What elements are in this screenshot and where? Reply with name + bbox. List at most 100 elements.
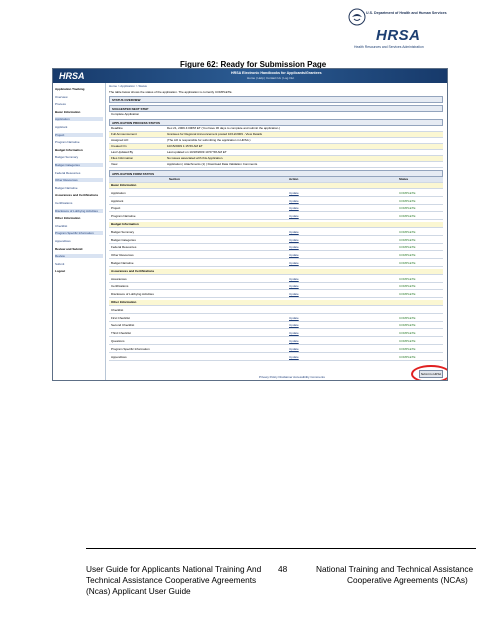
update-link[interactable]: Update: [289, 331, 299, 335]
footer-left-line1: User Guide for Applicants National Train…: [86, 564, 262, 574]
status-badge: COMPLETE: [399, 245, 416, 250]
process-value: 10/15/2009 1:15:56 AM ET: [167, 144, 203, 148]
breadcrumb[interactable]: Home > Application > Status: [109, 84, 147, 88]
col-action: Action: [289, 177, 299, 181]
status-badge: COMPLETE: [399, 315, 416, 320]
sidebar-item[interactable]: Budget Summary: [55, 155, 78, 159]
status-badge: COMPLETE: [399, 346, 416, 351]
footer-right-line1: National Training and Technical Assistan…: [316, 564, 474, 574]
sidebar-item: Assurances and Certifications: [55, 193, 99, 198]
sidebar-item[interactable]: Project: [55, 132, 103, 137]
table-row: Assurances Update COMPLETE: [109, 277, 443, 283]
sidebar-item[interactable]: Other Resources: [55, 178, 103, 183]
table-row: First Checklist Update COMPLETE: [109, 316, 443, 322]
sidebar-item[interactable]: Program Narrative: [55, 140, 80, 144]
section-name: Second Checklist: [111, 323, 135, 328]
sidebar-item[interactable]: Process: [55, 102, 66, 106]
next-step-label: SUGGESTED NEXT STEP: [112, 107, 149, 111]
process-value: (The AO is responsible for submitting th…: [167, 138, 251, 142]
update-link[interactable]: Update: [289, 277, 299, 281]
update-link[interactable]: Update: [289, 347, 299, 351]
section-name: Budget Information: [111, 222, 139, 226]
sidebar-item[interactable]: Federal Resources: [55, 171, 80, 175]
footer-links[interactable]: Privacy Policy Disclaimer Accessibility …: [259, 375, 325, 379]
table-row: Third Checklist Update COMPLETE: [109, 331, 443, 338]
update-link[interactable]: Update: [289, 323, 299, 327]
status-badge: COMPLETE: [399, 206, 416, 211]
status-badge: COMPLETE: [399, 198, 416, 203]
section-name: Federal Resources: [111, 245, 137, 250]
footer-divider: [86, 548, 476, 549]
update-link[interactable]: Update: [289, 316, 299, 320]
sidebar-item[interactable]: Appendices: [55, 239, 71, 243]
update-link[interactable]: Update: [289, 191, 299, 195]
table-row: Appendices Update COMPLETE: [109, 355, 443, 361]
process-key: Assigned AO: [111, 138, 129, 142]
table-row: Second Checklist Update COMPLETE: [109, 323, 443, 330]
next-step-value: Complete Application: [111, 112, 140, 116]
sidebar-item[interactable]: Overview: [55, 95, 68, 99]
update-link[interactable]: Update: [289, 238, 299, 242]
status-badge: COMPLETE: [399, 276, 416, 281]
section-name: Questions: [111, 339, 125, 343]
process-key: Full Announcement: [111, 132, 137, 136]
status-badge: COMPLETE: [399, 284, 416, 289]
sidebar-item[interactable]: Program Specific Information: [55, 231, 103, 236]
hrsa-logo: U.S. Department of Health and Human Serv…: [348, 8, 480, 52]
form-group-row: Basic Information: [109, 183, 443, 189]
process-status-label: APPLICATION PROCESS STATUS: [112, 121, 161, 125]
hhs-line2: Health Resources and Services Administra…: [354, 45, 424, 49]
update-link[interactable]: Update: [289, 245, 299, 249]
table-row: Program Narrative Update COMPLETE: [109, 214, 443, 221]
app-header: HRSA HRSA Electronic Handbooks for Appli…: [53, 69, 447, 83]
status-badge: COMPLETE: [399, 339, 416, 343]
hrsa-wordmark: HRSA: [376, 27, 421, 44]
section-name: Disclosure of Lobbying Activities: [111, 292, 154, 297]
update-link[interactable]: Update: [289, 355, 299, 359]
highlight-circle: [411, 365, 447, 380]
sidebar-item[interactable]: Application: [55, 117, 103, 122]
process-row: View Application | Attachments (1) | Down…: [109, 162, 443, 168]
col-section: Section: [169, 177, 180, 181]
status-badge: COMPLETE: [399, 237, 416, 242]
sidebar-item[interactable]: Disclosure of Lobbying Activities: [55, 208, 103, 213]
sidebar-item[interactable]: Applicant: [55, 125, 67, 129]
update-link[interactable]: Update: [289, 253, 299, 257]
update-link[interactable]: Update: [289, 261, 299, 265]
process-key: View: [111, 162, 118, 166]
form-group-row: Assurances and Certifications: [109, 268, 443, 275]
section-name: Project: [111, 206, 121, 211]
table-row: Disclosure of Lobbying Activities Update C…: [109, 292, 443, 299]
update-link[interactable]: Update: [289, 199, 299, 203]
header-links[interactable]: Home | Help | Contact Us | Log Out: [247, 76, 294, 80]
update-link[interactable]: Update: [289, 292, 299, 296]
update-link[interactable]: Update: [289, 339, 299, 343]
table-row: Checklist: [109, 308, 443, 314]
update-link[interactable]: Update: [289, 206, 299, 210]
header-logo: HRSA: [59, 71, 85, 81]
update-link[interactable]: Update: [289, 284, 299, 288]
update-link[interactable]: Update: [289, 230, 299, 234]
status-badge: COMPLETE: [399, 323, 416, 328]
sidebar-item[interactable]: Review: [55, 254, 103, 259]
sidebar-item[interactable]: Budget Narrative: [55, 186, 78, 190]
sidebar-item[interactable]: Certifications: [55, 201, 72, 205]
section-name: Checklist: [111, 307, 124, 312]
sidebar-item[interactable]: Submit: [55, 262, 64, 266]
section-name: Other Information: [111, 300, 137, 304]
sidebar-item: Basic Information: [55, 109, 81, 114]
sidebar-item[interactable]: Budget Categories: [55, 163, 103, 167]
footer-left-line2: Technical Assistance Cooperative Agreeme…: [86, 575, 257, 585]
sidebar-item: Review and Submit: [55, 246, 83, 251]
section-name: Assurances and Certifications: [111, 268, 155, 273]
form-status-bar: APPLICATION FORM STATUS: [109, 170, 443, 177]
status-overview-label: STATUS OVERVIEW: [112, 98, 141, 102]
status-badge: COMPLETE: [399, 229, 416, 234]
section-name: Program Specific Information: [111, 346, 150, 351]
col-status: Status: [399, 177, 409, 181]
process-value: Last updated on 10/18/2009 10:57:58 AM E…: [167, 150, 227, 154]
form-status-label: APPLICATION FORM STATUS: [112, 172, 155, 176]
update-link[interactable]: Update: [289, 214, 299, 218]
process-key: Last Updated By: [111, 150, 134, 154]
sidebar-item[interactable]: Checklist: [55, 224, 67, 228]
